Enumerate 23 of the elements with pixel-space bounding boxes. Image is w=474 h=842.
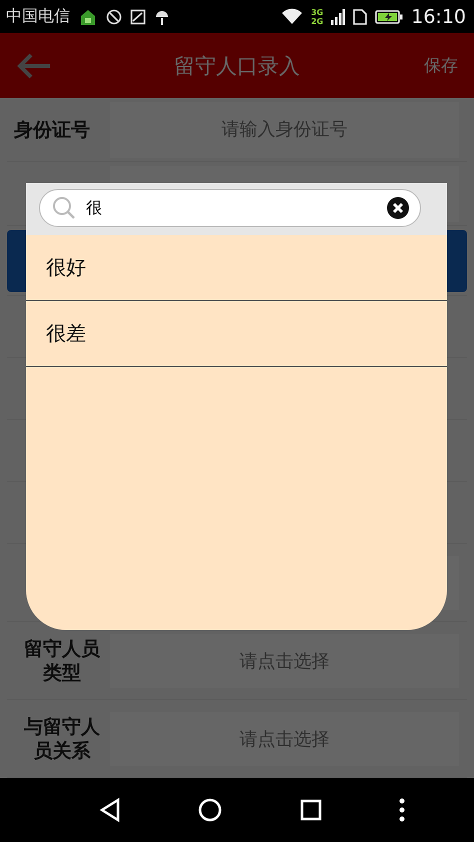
clear-icon[interactable] bbox=[386, 196, 410, 220]
field-label: 与留守人员关系 bbox=[24, 716, 100, 762]
more-icon[interactable] bbox=[398, 797, 406, 823]
wifi-icon bbox=[281, 8, 304, 26]
sim-icon bbox=[353, 8, 368, 24]
search-field[interactable]: 很 bbox=[39, 189, 421, 227]
signal-icon bbox=[331, 8, 346, 26]
field-label: 身份证号 bbox=[14, 118, 90, 140]
image-icon bbox=[130, 8, 146, 24]
result-item[interactable]: 很差 bbox=[26, 301, 447, 367]
clock: 16:10 bbox=[411, 6, 466, 28]
network-label: 3G bbox=[311, 8, 324, 16]
home-icon[interactable] bbox=[197, 797, 224, 823]
result-item[interactable]: 很好 bbox=[26, 235, 447, 301]
recents-icon[interactable] bbox=[298, 798, 323, 822]
circle-icon bbox=[106, 8, 122, 24]
network-label: 2G bbox=[311, 16, 324, 26]
carrier-name: 中国电信 bbox=[6, 6, 70, 27]
battery-icon bbox=[375, 8, 404, 24]
back-icon[interactable] bbox=[98, 797, 122, 823]
field-label: 留守人员类型 bbox=[24, 638, 100, 684]
screen-title: 留守人口录入 bbox=[173, 52, 301, 80]
search-icon bbox=[52, 196, 76, 220]
